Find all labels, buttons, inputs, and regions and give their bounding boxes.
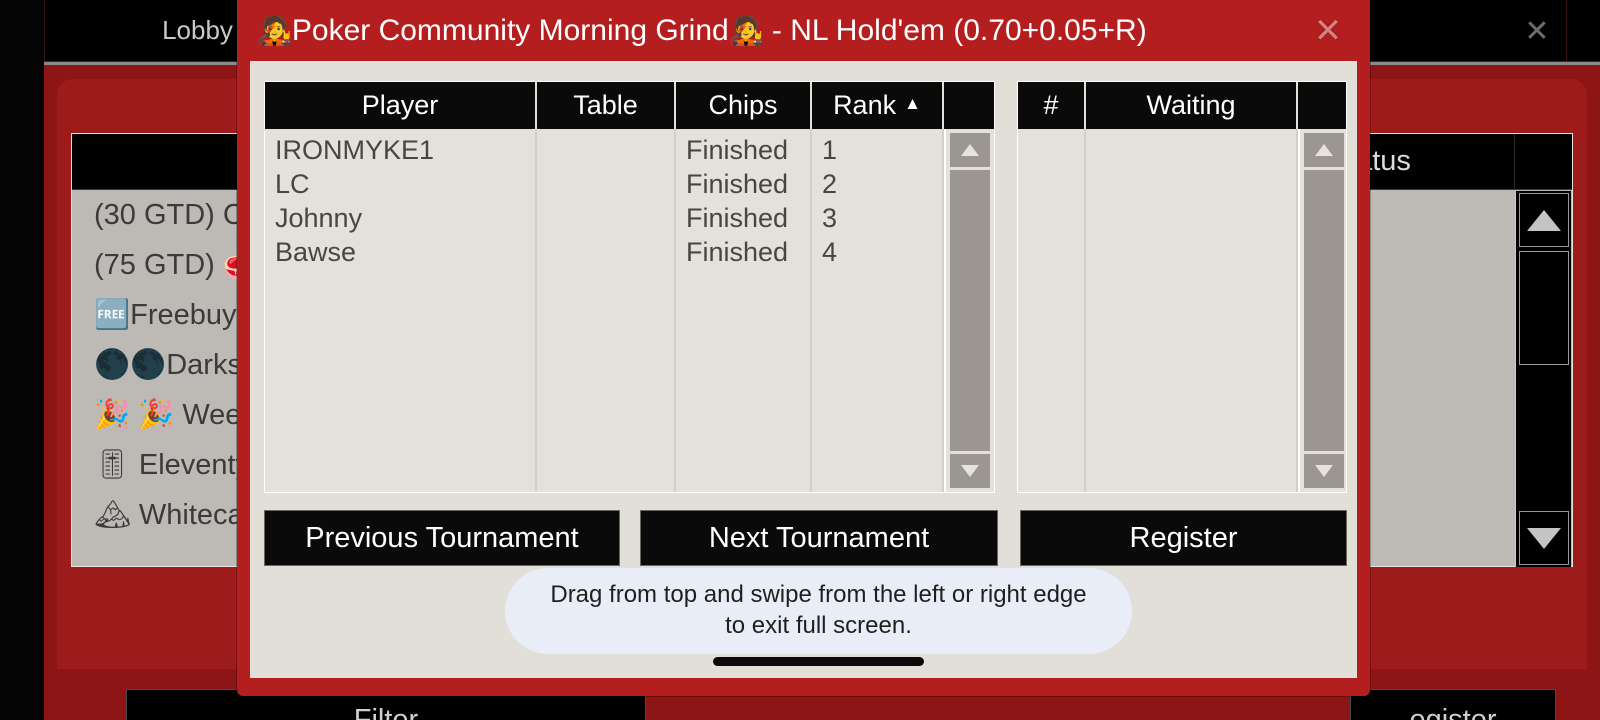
players-grid-body: IRONMYKE1 LC Johnny Bawse Finished Finis…	[265, 129, 994, 492]
scroll-up-arrow-icon[interactable]	[1304, 133, 1344, 167]
cell-rank: 2	[822, 169, 838, 199]
scroll-down-arrow-icon[interactable]	[1519, 511, 1569, 565]
person-emoji-icon: 🧑‍🎤	[728, 14, 764, 46]
tab-lobby-label: Lobby	[162, 15, 233, 45]
sort-ascending-icon: ▲	[904, 93, 921, 113]
column-header-spacer	[1298, 82, 1346, 129]
background-list-scrollbar[interactable]	[1515, 191, 1571, 567]
screen-root: Lobby ✕ ⛹️ Grinder This Game atus	[0, 0, 1600, 720]
scroll-up-arrow-icon[interactable]	[1519, 193, 1569, 247]
person-emoji-icon: 🧑‍🎤	[257, 14, 292, 46]
column-header-table[interactable]: Table	[537, 82, 676, 129]
scrollbar-thumb[interactable]	[1519, 251, 1569, 365]
toast-line-1: Drag from top and swipe from the left or…	[550, 581, 1087, 609]
cell-player[interactable]: Johnny	[265, 201, 535, 235]
players-column-rank: 1 2 3 4	[812, 129, 944, 492]
column-header-rank[interactable]: Rank ▲	[812, 82, 944, 129]
window-close-icon[interactable]: ✕	[1518, 12, 1556, 50]
scroll-up-arrow-icon[interactable]	[950, 133, 990, 167]
players-column-table	[537, 129, 676, 492]
waiting-grid-header: # Waiting	[1018, 82, 1346, 129]
background-register-label: egister	[1409, 703, 1497, 720]
players-column-chips: Finished Finished Finished Finished	[676, 129, 812, 492]
cell-table	[537, 167, 674, 201]
next-tournament-label: Next Tournament	[708, 521, 930, 554]
register-button[interactable]: Register	[1020, 510, 1347, 566]
background-header-blank	[1514, 134, 1572, 189]
toast-line-2: to exit full screen.	[725, 612, 912, 639]
waiting-column-name	[1086, 129, 1298, 492]
scrollbar-thumb[interactable]	[1304, 170, 1344, 451]
cell-rank: 4	[822, 237, 838, 267]
navigation-pill[interactable]	[713, 657, 924, 666]
next-tournament-button[interactable]: Next Tournament	[640, 510, 998, 566]
background-register-button[interactable]: egister	[1350, 689, 1556, 720]
cell-table	[537, 133, 674, 167]
players-column-player: IRONMYKE1 LC Johnny Bawse	[265, 129, 537, 492]
cell-chips: Finished	[686, 169, 789, 199]
column-header-waiting[interactable]: Waiting	[1086, 82, 1298, 129]
filter-button-label: Filter	[353, 703, 419, 720]
cell-rank: 1	[822, 135, 838, 165]
cell-rank: 3	[822, 203, 838, 233]
cell-chips: Finished	[686, 237, 789, 267]
previous-tournament-button[interactable]: Previous Tournament	[264, 510, 620, 566]
column-header-spacer	[944, 82, 992, 129]
cell-player[interactable]: Bawse	[265, 235, 535, 269]
column-header-number[interactable]: #	[1018, 82, 1086, 129]
players-grid: Player Table Chips Rank ▲ IRONMYKE1 LC J…	[264, 81, 995, 493]
dialog-title: 🧑‍🎤Poker Community Morning Grind🧑‍🎤 - NL…	[257, 14, 1147, 48]
dialog-body: Player Table Chips Rank ▲ IRONMYKE1 LC J…	[250, 61, 1357, 678]
cell-table	[537, 201, 674, 235]
scrollbar-thumb[interactable]	[950, 170, 990, 451]
cell-chips: Finished	[686, 203, 789, 233]
players-grid-header: Player Table Chips Rank ▲	[265, 82, 994, 129]
register-button-label: Register	[1129, 521, 1238, 554]
dialog-tables: Player Table Chips Rank ▲ IRONMYKE1 LC J…	[264, 81, 1347, 493]
waiting-grid: # Waiting	[1017, 81, 1347, 493]
scroll-down-arrow-icon[interactable]	[1304, 454, 1344, 488]
column-header-rank-label: Rank	[833, 90, 897, 120]
waiting-scrollbar[interactable]	[1298, 129, 1346, 492]
scroll-down-arrow-icon[interactable]	[950, 454, 990, 488]
cell-player[interactable]: LC	[265, 167, 535, 201]
column-header-chips[interactable]: Chips	[676, 82, 812, 129]
waiting-column-number	[1018, 129, 1086, 492]
players-scrollbar[interactable]	[944, 129, 992, 492]
previous-tournament-label: Previous Tournament	[305, 521, 579, 554]
fullscreen-hint-toast: Drag from top and swipe from the left or…	[505, 568, 1132, 654]
cell-chips: Finished	[686, 135, 789, 165]
tabbar-divider	[1566, 0, 1567, 61]
dialog-actions: Previous Tournament Next Tournament Regi…	[264, 510, 1347, 566]
dialog-title-main: Poker Community Morning Grind	[291, 13, 729, 47]
cell-player[interactable]: IRONMYKE1	[265, 133, 535, 167]
cell-table	[537, 235, 674, 269]
waiting-grid-body	[1018, 129, 1346, 492]
dialog-header: 🧑‍🎤Poker Community Morning Grind🧑‍🎤 - NL…	[237, 0, 1370, 61]
tournament-dialog: 🧑‍🎤Poker Community Morning Grind🧑‍🎤 - NL…	[237, 0, 1370, 696]
close-icon[interactable]: ✕	[1308, 11, 1348, 51]
dialog-title-game: - NL Hold'em (0.70+0.05+R)	[763, 13, 1147, 47]
column-header-player[interactable]: Player	[265, 82, 537, 129]
